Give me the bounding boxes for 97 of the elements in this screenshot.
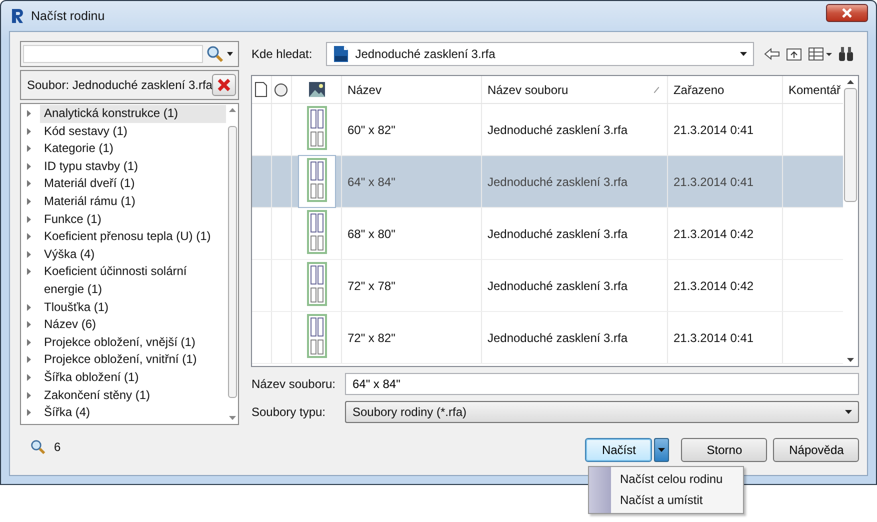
scrollbar-thumb[interactable] bbox=[228, 126, 237, 398]
expand-icon[interactable] bbox=[27, 392, 31, 398]
tree-item[interactable]: Funkce (1) bbox=[40, 210, 226, 228]
search-icon bbox=[30, 439, 46, 455]
close-icon bbox=[217, 78, 232, 92]
search-field[interactable] bbox=[23, 45, 203, 63]
document-icon bbox=[255, 82, 268, 97]
tree-item[interactable]: Projekce obložení, vnější (1) bbox=[40, 334, 226, 352]
expand-icon[interactable] bbox=[27, 356, 31, 364]
file-icon bbox=[333, 45, 350, 63]
expand-icon[interactable] bbox=[27, 216, 31, 223]
table-cell: 68" x 80" bbox=[347, 226, 396, 240]
table-cell: 21.3.2014 0:41 bbox=[673, 174, 754, 188]
expand-icon[interactable] bbox=[27, 180, 31, 188]
tree-item[interactable]: Kategorie (1) bbox=[40, 140, 226, 158]
tree-item[interactable]: Materiál dveří (1) bbox=[40, 175, 226, 193]
table-cell: 21.3.2014 0:41 bbox=[673, 330, 754, 344]
look-in-dropdown[interactable]: Jednoduché zasklení 3.rfa bbox=[326, 42, 754, 66]
table-row[interactable]: 72" x 82" Jednoduché zasklení 3.rfa 21.3.2014 0:41 bbox=[252, 312, 844, 364]
tree-item[interactable]: ID typu stavby (1) bbox=[40, 158, 226, 176]
table-row[interactable]: 68" x 80" Jednoduché zasklení 3.rfa 21.3.2014 0:42 bbox=[252, 208, 844, 260]
window-icon bbox=[306, 158, 327, 202]
close-icon bbox=[841, 8, 853, 18]
window-icon bbox=[306, 210, 327, 254]
table-cell: Jednoduché zasklení 3.rfa bbox=[487, 226, 628, 240]
expand-icon[interactable] bbox=[27, 110, 31, 117]
sort-icon bbox=[654, 87, 660, 93]
search-icon[interactable] bbox=[206, 45, 224, 63]
tree-item[interactable]: Koeficient účinnosti solární energie (1) bbox=[40, 263, 226, 299]
table-cell: 64" x 84" bbox=[347, 174, 396, 188]
window-icon bbox=[306, 106, 327, 150]
dialog-button[interactable]: Nápověda bbox=[773, 438, 860, 462]
file-name-field[interactable]: 64" x 84" bbox=[345, 373, 860, 395]
filter-label: Soubor: Jednoduché zasklení 3.rfa bbox=[27, 78, 212, 92]
tree-item[interactable]: Kód sestavy (1) bbox=[40, 122, 226, 140]
window-icon bbox=[306, 314, 327, 358]
table-cell: 21.3.2014 0:42 bbox=[673, 278, 754, 292]
expand-icon[interactable] bbox=[27, 128, 31, 135]
image-icon bbox=[308, 82, 325, 97]
expand-icon[interactable] bbox=[27, 338, 31, 346]
expand-icon[interactable] bbox=[27, 409, 31, 416]
scroll-up-icon[interactable] bbox=[847, 80, 854, 84]
split-arrow-button[interactable] bbox=[654, 438, 670, 462]
expand-icon[interactable] bbox=[27, 198, 31, 205]
close-button[interactable] bbox=[826, 4, 868, 22]
tree-item[interactable]: Materiál rámu (1) bbox=[40, 192, 226, 211]
caret-icon bbox=[845, 410, 852, 414]
expand-icon[interactable] bbox=[27, 321, 31, 328]
tree-item[interactable]: Název (6) bbox=[40, 316, 226, 334]
window-title: Načíst rodinu bbox=[31, 9, 105, 23]
tree-item[interactable]: Analytická konstrukce (1) bbox=[40, 105, 226, 123]
table-cell: Jednoduché zasklení 3.rfa bbox=[487, 278, 628, 292]
look-in-label: Kde hledat: bbox=[251, 47, 312, 61]
expand-icon[interactable] bbox=[27, 268, 31, 276]
file-type-label: Soubory typu: bbox=[251, 405, 327, 419]
app-logo-icon bbox=[11, 8, 25, 24]
table-cell: Jednoduché zasklení 3.rfa bbox=[487, 330, 628, 344]
scrollbar-thumb[interactable] bbox=[844, 88, 858, 202]
clear-filter-button[interactable] bbox=[212, 74, 236, 96]
expand-icon[interactable] bbox=[27, 304, 31, 311]
table-cell: Jednoduché zasklení 3.rfa bbox=[487, 174, 628, 188]
back-arrow-icon[interactable] bbox=[764, 48, 780, 60]
table-cell: 72" x 78" bbox=[347, 278, 396, 292]
tree-item[interactable]: Koeficient přenosu tepla (U) (1) bbox=[40, 228, 226, 246]
table-cell: 72" x 82" bbox=[347, 330, 396, 344]
caret-icon bbox=[740, 52, 748, 56]
table-cell: 21.3.2014 0:42 bbox=[673, 226, 754, 240]
expand-icon[interactable] bbox=[27, 233, 31, 240]
binoculars-icon[interactable] bbox=[838, 46, 854, 62]
tree-item[interactable]: Zakončení stěny (1) bbox=[40, 386, 226, 404]
window-icon bbox=[306, 262, 327, 306]
caret-icon bbox=[658, 448, 666, 452]
expand-icon[interactable] bbox=[27, 162, 31, 170]
result-count: 6 bbox=[54, 440, 61, 454]
table-row[interactable]: 72" x 78" Jednoduché zasklení 3.rfa 21.3.2014 0:42 bbox=[252, 260, 844, 312]
scroll-down-icon[interactable] bbox=[847, 358, 854, 362]
expand-icon[interactable] bbox=[27, 374, 31, 381]
tree-item[interactable]: Projekce obložení, vnitřní (1) bbox=[40, 351, 226, 369]
table-cell: 21.3.2014 0:41 bbox=[673, 122, 754, 136]
tree-item[interactable]: Šířka (4) bbox=[40, 404, 226, 422]
table-cell: Jednoduché zasklení 3.rfa bbox=[487, 122, 628, 136]
table-cell: 60" x 82" bbox=[347, 122, 396, 136]
file-name-label: Název souboru: bbox=[251, 377, 337, 391]
menu-item[interactable]: Načíst a umístit bbox=[589, 490, 743, 511]
dialog-button[interactable]: Storno bbox=[681, 438, 768, 462]
circle-icon bbox=[274, 82, 288, 96]
expand-icon[interactable] bbox=[27, 145, 31, 152]
tree-item[interactable]: Tloušťka (1) bbox=[40, 298, 226, 316]
expand-icon[interactable] bbox=[27, 250, 31, 258]
view-icon[interactable] bbox=[808, 47, 832, 61]
caret-icon[interactable] bbox=[227, 52, 233, 56]
file-type-dropdown[interactable]: Soubory rodiny (*.rfa) bbox=[345, 401, 860, 423]
table-row[interactable]: 64" x 84" Jednoduché zasklení 3.rfa 21.3.2014 0:41 bbox=[252, 156, 844, 208]
load-button[interactable]: Načíst bbox=[585, 438, 652, 462]
tree-item[interactable]: Šířka obložení (1) bbox=[40, 368, 226, 386]
menu-item[interactable]: Načíst celou rodinu bbox=[589, 469, 743, 490]
tree-item[interactable]: Výška (4) bbox=[40, 246, 226, 264]
